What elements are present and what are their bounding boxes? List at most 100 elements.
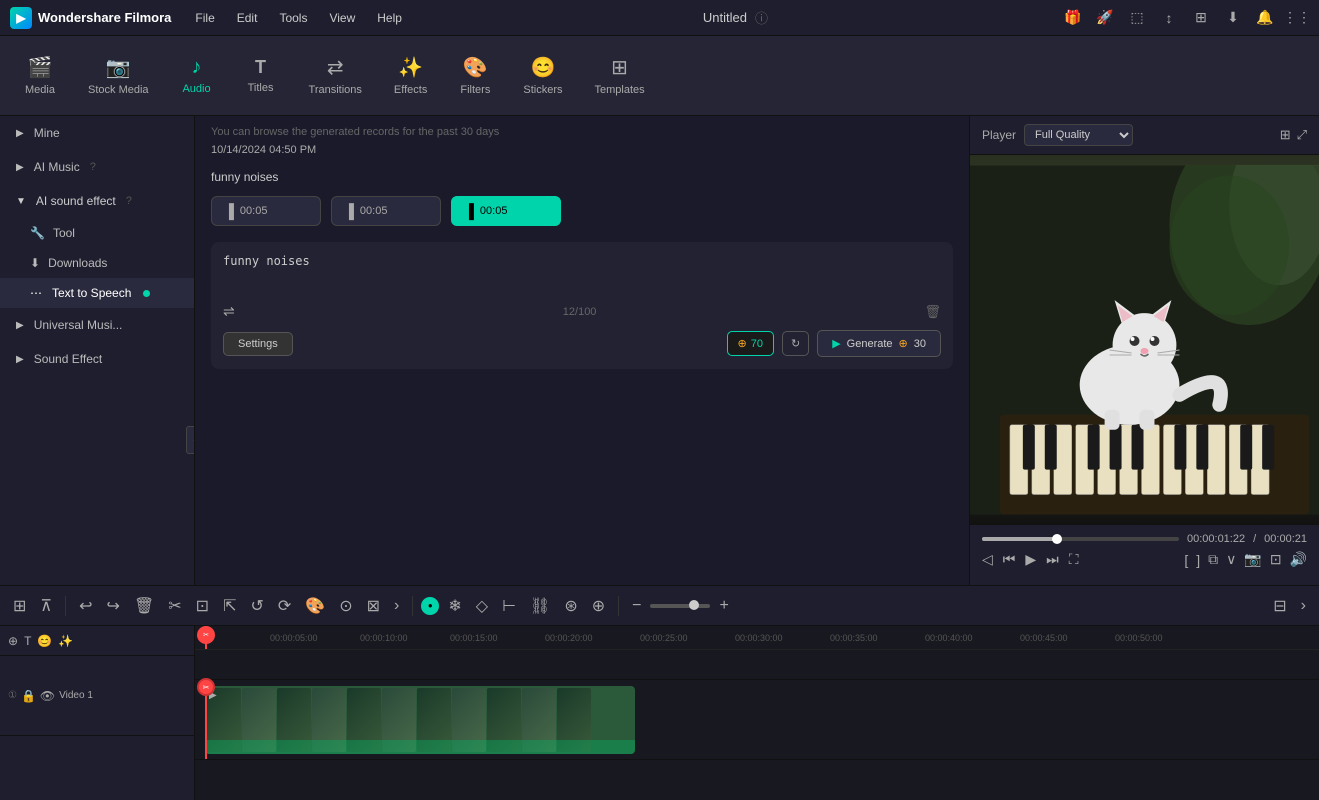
menu-file[interactable]: File <box>187 7 222 29</box>
tl-more-icon[interactable]: › <box>389 594 404 618</box>
tl-rotate-icon[interactable]: ↺ <box>245 593 268 619</box>
tl-resize-icon[interactable]: ⇱ <box>218 593 241 619</box>
generate-button[interactable]: ▶ Generate ⊕ 30 <box>817 330 941 357</box>
import-icon[interactable]: ⬚ <box>1125 6 1149 30</box>
tab-transitions[interactable]: ⇄ Transitions <box>295 47 376 104</box>
tl-magnet-icon[interactable]: ⊼ <box>35 593 57 619</box>
delete-icon[interactable]: 🗑 <box>924 304 941 320</box>
frame-back-button[interactable]: ⏮ <box>1003 551 1016 568</box>
expand-icon[interactable]: ⤢ <box>1297 127 1307 143</box>
tab-filters[interactable]: 🎨 Filters <box>445 47 505 104</box>
menu-help[interactable]: Help <box>369 7 410 29</box>
tab-titles[interactable]: T Titles <box>231 49 291 102</box>
tl-speed-icon[interactable]: ⟳ <box>273 593 296 619</box>
tl-zoom-in-icon[interactable]: + <box>714 594 733 618</box>
tab-effects[interactable]: ✨ Effects <box>380 47 441 104</box>
audio-clip-3[interactable]: ▐ 00:05 <box>451 196 561 226</box>
tl-keyframe-icon[interactable]: ◇ <box>471 593 493 619</box>
zoom-slider[interactable] <box>650 604 710 608</box>
track-lock-icon[interactable]: 🔒 <box>21 689 36 703</box>
sidebar-item-downloads[interactable]: ⬇ Downloads <box>0 248 194 278</box>
sidebar-item-sound-effect[interactable]: ▶ Sound Effect <box>0 342 194 376</box>
info-icon: ⓘ <box>755 8 768 27</box>
grid-view-icon[interactable]: ⊞ <box>1280 127 1291 143</box>
playhead-scissors[interactable]: ✂ <box>197 678 215 696</box>
add-media-icon[interactable]: ⊕ <box>8 634 18 648</box>
sidebar-item-ai-sound[interactable]: ▼ AI sound effect ? <box>0 184 194 218</box>
tl-redo-icon[interactable]: ↪ <box>102 593 125 619</box>
export-icon[interactable]: ↕ <box>1157 6 1181 30</box>
quality-select[interactable]: Full Quality Half Quality Quarter Qualit… <box>1024 124 1133 146</box>
tab-stickers[interactable]: 😊 Stickers <box>509 47 576 104</box>
tl-columns-icon[interactable]: ⊟ <box>1268 593 1291 619</box>
settings-button[interactable]: Settings <box>223 332 293 356</box>
tl-ai-icon[interactable]: ⊛ <box>559 593 582 619</box>
tab-stock-media[interactable]: 📷 Stock Media <box>74 47 163 104</box>
chevron-down-icon[interactable]: ∨ <box>1226 551 1236 568</box>
input-footer: ⇌ 12/100 🗑 <box>223 303 941 320</box>
collapse-panel-btn[interactable]: ‹ <box>186 426 195 454</box>
track-eye-icon[interactable]: 👁 <box>40 689 55 703</box>
playhead-handle[interactable]: ✂ <box>197 626 215 644</box>
volume-icon[interactable]: 🔊 <box>1290 551 1307 568</box>
tl-zoom-out-icon[interactable]: − <box>627 594 646 618</box>
gift-icon[interactable]: 🎁 <box>1061 6 1085 30</box>
tl-motion-icon[interactable]: ⊙ <box>334 593 357 619</box>
play-button[interactable]: ▶ <box>1025 551 1036 568</box>
sidebar-item-universal-music[interactable]: ▶ Universal Musi... <box>0 308 194 342</box>
capture-icon[interactable]: 📷 <box>1244 551 1261 568</box>
tl-cut-icon[interactable]: ✂ <box>163 593 186 619</box>
tl-transform-icon[interactable]: ⊠ <box>362 593 385 619</box>
screenshot-icon[interactable]: ⊡ <box>1270 551 1282 568</box>
notification-icon[interactable]: 🔔 <box>1253 6 1277 30</box>
credits-button[interactable]: ⊕ 70 <box>727 331 774 356</box>
tab-audio[interactable]: ♪ Audio <box>167 48 227 103</box>
frame-forward-button[interactable]: ⏭ <box>1046 551 1059 568</box>
tl-split-icon[interactable]: ⊢ <box>497 593 521 619</box>
rewind-button[interactable]: ◁ <box>982 551 993 568</box>
tl-collapse-icon[interactable]: › <box>1296 594 1311 618</box>
add-effect-icon[interactable]: ✨ <box>58 634 73 648</box>
sidebar-item-tool[interactable]: 🔧 Tool <box>0 218 194 248</box>
ruler-35: 00:00:35:00 <box>830 633 878 643</box>
tl-delete-icon[interactable]: 🗑 <box>129 593 159 619</box>
tl-snowflake-icon[interactable]: ❄ <box>443 593 466 619</box>
waveform-icon-3: ▐ <box>464 203 474 219</box>
bracket-right-icon[interactable]: ] <box>1196 551 1200 568</box>
fullscreen-button[interactable]: ⛶ <box>1069 551 1079 568</box>
sidebar-downloads-label: Downloads <box>48 256 107 270</box>
download-icon[interactable]: ⬇ <box>1221 6 1245 30</box>
add-text-icon[interactable]: T <box>24 634 31 648</box>
menu-view[interactable]: View <box>321 7 363 29</box>
sidebar-item-mine[interactable]: ▶ Mine <box>0 116 194 150</box>
tab-templates[interactable]: ⊞ Templates <box>580 47 658 104</box>
tl-link-icon[interactable]: ⛓ <box>525 593 555 619</box>
shuffle-icon[interactable]: ⇌ <box>223 303 235 320</box>
rocket-icon[interactable]: 🚀 <box>1093 6 1117 30</box>
menu-edit[interactable]: Edit <box>229 7 266 29</box>
stickers-icon: 😊 <box>530 55 555 80</box>
progress-bar[interactable] <box>982 537 1179 541</box>
audio-clip-2[interactable]: ▐ 00:05 <box>331 196 441 226</box>
text-input[interactable]: funny noises <box>223 254 941 294</box>
refresh-button[interactable]: ↻ <box>782 331 809 356</box>
add-sticker-icon[interactable]: 😊 <box>37 634 52 648</box>
tl-record-btn[interactable]: ● <box>421 597 439 615</box>
sidebar-item-text-to-speech[interactable]: ⋯ Text to Speech <box>0 278 194 308</box>
video-clip[interactable]: ▶ <box>205 686 635 754</box>
sidebar-item-ai-music[interactable]: ▶ AI Music ? <box>0 150 194 184</box>
tl-color-icon[interactable]: 🎨 <box>300 593 330 619</box>
split-view-icon[interactable]: ⧉ <box>1208 551 1218 568</box>
tl-crop-icon[interactable]: ⊡ <box>191 593 214 619</box>
tab-audio-label: Audio <box>182 83 210 95</box>
tl-undo-icon[interactable]: ↩ <box>74 593 97 619</box>
tl-insert-icon[interactable]: ⊕ <box>587 593 610 619</box>
bracket-left-icon[interactable]: [ <box>1184 551 1188 568</box>
layout-icon[interactable]: ⊞ <box>1189 6 1213 30</box>
menu-tools[interactable]: Tools <box>271 7 315 29</box>
audio-clip-1[interactable]: ▐ 00:05 <box>211 196 321 226</box>
audio-clips-row: ▐ 00:05 ▐ 00:05 ▐ 00:05 <box>211 196 953 226</box>
tab-media[interactable]: 🎬 Media <box>10 47 70 104</box>
tl-layout-icon[interactable]: ⊞ <box>8 593 31 619</box>
grid-icon[interactable]: ⋮⋮ <box>1285 6 1309 30</box>
